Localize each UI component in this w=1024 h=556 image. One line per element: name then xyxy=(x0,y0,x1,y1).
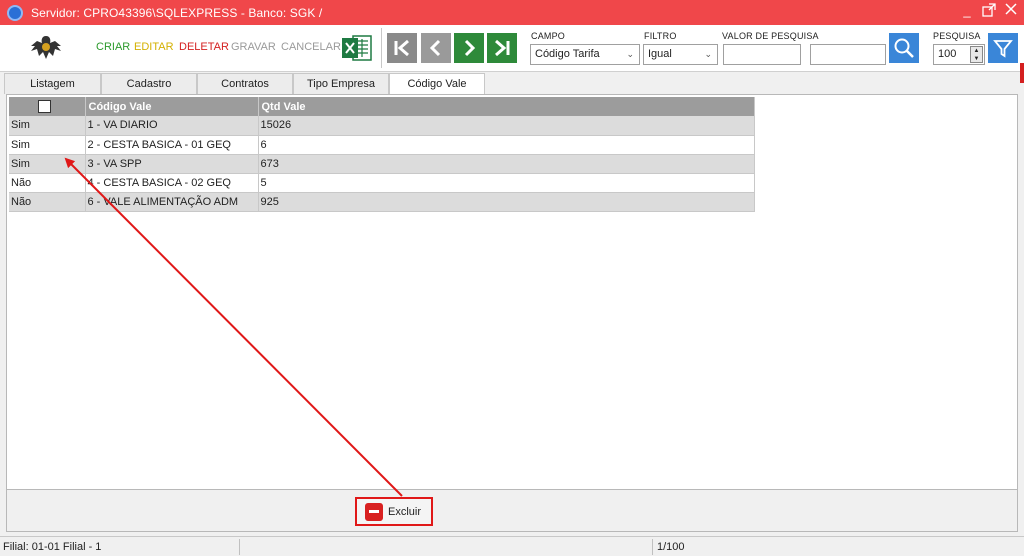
row-flag[interactable]: Não xyxy=(9,192,86,212)
popout-icon xyxy=(982,3,996,17)
search-value-input[interactable] xyxy=(723,44,801,65)
filtro-label: FILTRO xyxy=(644,31,677,41)
row-qtd-vale[interactable]: 5 xyxy=(258,173,755,193)
row-qtd-vale[interactable]: 6 xyxy=(258,135,755,155)
filter-icon xyxy=(993,40,1013,58)
toolbar-separator xyxy=(381,28,382,68)
last-icon xyxy=(495,39,510,57)
status-bar: Filial: 01-01 Filial - 1 1/100 xyxy=(0,536,1024,556)
minimize-button[interactable]: _ xyxy=(960,3,974,19)
previous-record-button[interactable] xyxy=(421,33,451,63)
delete-button[interactable]: DELETAR xyxy=(179,41,229,53)
content-panel: Código Vale Qtd Vale Sim 1 - VA DIARIO 1… xyxy=(6,94,1018,490)
codigo-vale-grid: Código Vale Qtd Vale Sim 1 - VA DIARIO 1… xyxy=(9,97,755,212)
first-record-button[interactable] xyxy=(387,33,417,63)
company-logo xyxy=(31,36,61,59)
row-codigo-vale[interactable]: 3 - VA SPP xyxy=(85,154,259,174)
column-header-codigo-vale[interactable]: Código Vale xyxy=(85,97,259,116)
row-flag[interactable]: Sim xyxy=(9,135,86,155)
select-all-header[interactable] xyxy=(9,97,86,116)
delete-record-button[interactable]: Excluir xyxy=(355,497,433,526)
row-qtd-vale[interactable]: 925 xyxy=(258,192,755,212)
status-pages: 1/100 xyxy=(657,541,685,553)
table-row[interactable]: Sim 3 - VA SPP 673 xyxy=(9,154,755,174)
toolbar: CRIAR EDITAR DELETAR GRAVAR CANCELAR CAM… xyxy=(0,25,1024,83)
pesquisa-stepper-value: 100 xyxy=(938,48,957,60)
row-flag[interactable]: Sim xyxy=(9,116,86,136)
excel-export-icon[interactable] xyxy=(341,33,373,63)
cancel-button[interactable]: CANCELAR xyxy=(281,41,341,53)
filtro-select-value: Igual xyxy=(648,48,672,60)
filter-button[interactable] xyxy=(988,33,1018,63)
delete-record-label: Excluir xyxy=(388,505,422,518)
row-codigo-vale[interactable]: 1 - VA DIARIO xyxy=(85,116,259,136)
create-button[interactable]: CRIAR xyxy=(96,41,130,53)
last-record-button[interactable] xyxy=(487,33,517,63)
tab-codigo-vale[interactable]: Código Vale xyxy=(389,73,485,95)
campo-select[interactable]: Código Tarifa ⌄ xyxy=(530,44,640,65)
red-edge-marker xyxy=(1020,63,1024,83)
chevron-down-icon: ⌄ xyxy=(704,49,712,59)
table-row[interactable]: Sim 1 - VA DIARIO 15026 xyxy=(9,116,755,136)
close-icon xyxy=(1005,3,1017,15)
chevron-down-icon: ⌄ xyxy=(626,49,634,59)
column-header-qtd-vale[interactable]: Qtd Vale xyxy=(258,97,755,116)
campo-label: CAMPO xyxy=(531,31,566,41)
popout-button[interactable] xyxy=(982,3,996,19)
stepper-arrows-icon[interactable]: ▲ ▼ xyxy=(970,46,983,63)
search-value-input-2[interactable] xyxy=(810,44,886,65)
first-icon xyxy=(394,39,409,57)
close-button[interactable] xyxy=(1004,3,1018,19)
edit-button[interactable]: EDITAR xyxy=(134,41,174,53)
row-codigo-vale[interactable]: 4 - CESTA BASICA - 02 GEQ xyxy=(85,173,259,193)
title-bar: Servidor: CPRO43396\SQLEXPRESS - Banco: … xyxy=(0,0,1024,25)
row-qtd-vale[interactable]: 15026 xyxy=(258,116,755,136)
campo-select-value: Código Tarifa xyxy=(535,48,600,60)
row-qtd-vale[interactable]: 673 xyxy=(258,154,755,174)
status-divider xyxy=(652,539,653,555)
tab-contratos[interactable]: Contratos xyxy=(197,73,293,94)
tab-listagem[interactable]: Listagem xyxy=(4,73,101,94)
status-filial: Filial: 01-01 Filial - 1 xyxy=(3,541,102,553)
select-all-checkbox[interactable] xyxy=(38,100,51,113)
search-icon xyxy=(894,38,914,58)
table-row[interactable]: Não 6 - VALE ALIMENTAÇÃO ADM 925 xyxy=(9,192,755,212)
chevron-left-icon xyxy=(429,39,441,57)
table-row[interactable]: Sim 2 - CESTA BASICA - 01 GEQ 6 xyxy=(9,135,755,155)
row-flag[interactable]: Não xyxy=(9,173,86,193)
pesquisa-label: PESQUISA xyxy=(933,31,981,41)
row-codigo-vale[interactable]: 6 - VALE ALIMENTAÇÃO ADM xyxy=(85,192,259,212)
tab-bar: Listagem Cadastro Contratos Tipo Empresa… xyxy=(4,73,485,95)
row-codigo-vale[interactable]: 2 - CESTA BASICA - 01 GEQ xyxy=(85,135,259,155)
filtro-select[interactable]: Igual ⌄ xyxy=(643,44,718,65)
next-record-button[interactable] xyxy=(454,33,484,63)
chevron-right-icon xyxy=(464,39,476,57)
tab-tipo-empresa[interactable]: Tipo Empresa xyxy=(293,73,389,94)
table-row[interactable]: Não 4 - CESTA BASICA - 02 GEQ 5 xyxy=(9,173,755,193)
pesquisa-stepper[interactable]: 100 ▲ ▼ xyxy=(933,44,985,65)
app-icon xyxy=(7,4,23,21)
search-button[interactable] xyxy=(889,33,919,63)
minus-icon xyxy=(365,502,383,521)
window-title: Servidor: CPRO43396\SQLEXPRESS - Banco: … xyxy=(31,5,323,20)
row-flag[interactable]: Sim xyxy=(9,154,86,174)
save-button[interactable]: GRAVAR xyxy=(231,41,276,53)
grid-header-row: Código Vale Qtd Vale xyxy=(9,97,755,116)
tab-cadastro[interactable]: Cadastro xyxy=(101,73,197,94)
action-bar xyxy=(6,490,1018,532)
valor-label: VALOR DE PESQUISA xyxy=(722,31,819,41)
window-controls: _ xyxy=(960,3,1018,19)
status-divider xyxy=(239,539,240,555)
